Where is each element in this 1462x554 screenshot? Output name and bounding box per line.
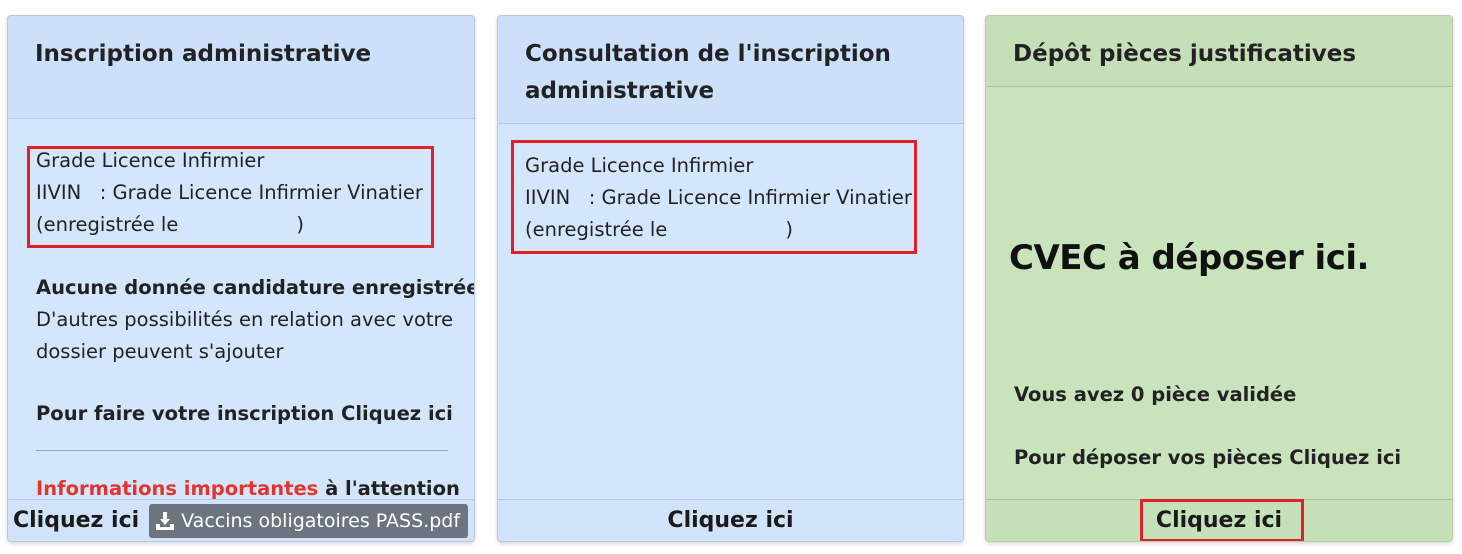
no-data-text: dossier peuvent s'ajouter xyxy=(36,340,284,363)
card-header: Dépôt pièces justificatives xyxy=(986,16,1452,87)
depot-cta[interactable]: Pour déposer vos pièces Cliquez ici xyxy=(1014,442,1401,474)
validated-pieces-count: Vous avez 0 pièce validée xyxy=(1014,383,1297,406)
card-consultation-inscription: Consultation de l'inscription administra… xyxy=(497,15,964,542)
card-header: Consultation de l'inscription administra… xyxy=(498,16,963,124)
card-footer: Cliquez ici Vaccins obligatoires PASS.pd… xyxy=(8,499,474,541)
highlight-box xyxy=(27,146,434,248)
highlight-box xyxy=(1140,499,1304,541)
important-info-link[interactable]: Informations importantes xyxy=(36,477,318,500)
card-depot-pieces: Dépôt pièces justificatives CVEC à dépos… xyxy=(985,15,1453,542)
card-inscription-administrative: Inscription administrative Grade Licence… xyxy=(7,15,475,542)
footer-link-cliquez-ici[interactable]: Cliquez ici xyxy=(667,508,793,533)
divider xyxy=(36,450,448,451)
download-icon xyxy=(156,511,175,530)
pdf-download-button[interactable]: Vaccins obligatoires PASS.pdf xyxy=(149,503,469,538)
pdf-button-label: Vaccins obligatoires PASS.pdf xyxy=(181,509,461,532)
important-info-suffix: à l'attention xyxy=(318,477,460,500)
footer-link-cliquez-ici[interactable]: Cliquez ici xyxy=(13,508,139,533)
card-title: Dépôt pièces justificatives xyxy=(1013,41,1357,67)
cvec-annotation: CVEC à déposer ici. xyxy=(1009,238,1369,278)
card-title-line: administrative xyxy=(525,78,715,104)
card-title-line: Consultation de l'inscription xyxy=(525,41,891,67)
no-data-title: Aucune donnée candidature enregistrée xyxy=(36,276,475,299)
card-footer: Cliquez ici xyxy=(498,499,963,541)
card-title: Inscription administrative xyxy=(35,41,372,67)
card-header: Inscription administrative xyxy=(8,16,474,119)
highlight-box xyxy=(511,140,917,254)
no-data-text: D'autres possibilités en relation avec v… xyxy=(36,308,454,331)
inscription-cta[interactable]: Pour faire votre inscription Cliquez ici xyxy=(36,398,453,430)
